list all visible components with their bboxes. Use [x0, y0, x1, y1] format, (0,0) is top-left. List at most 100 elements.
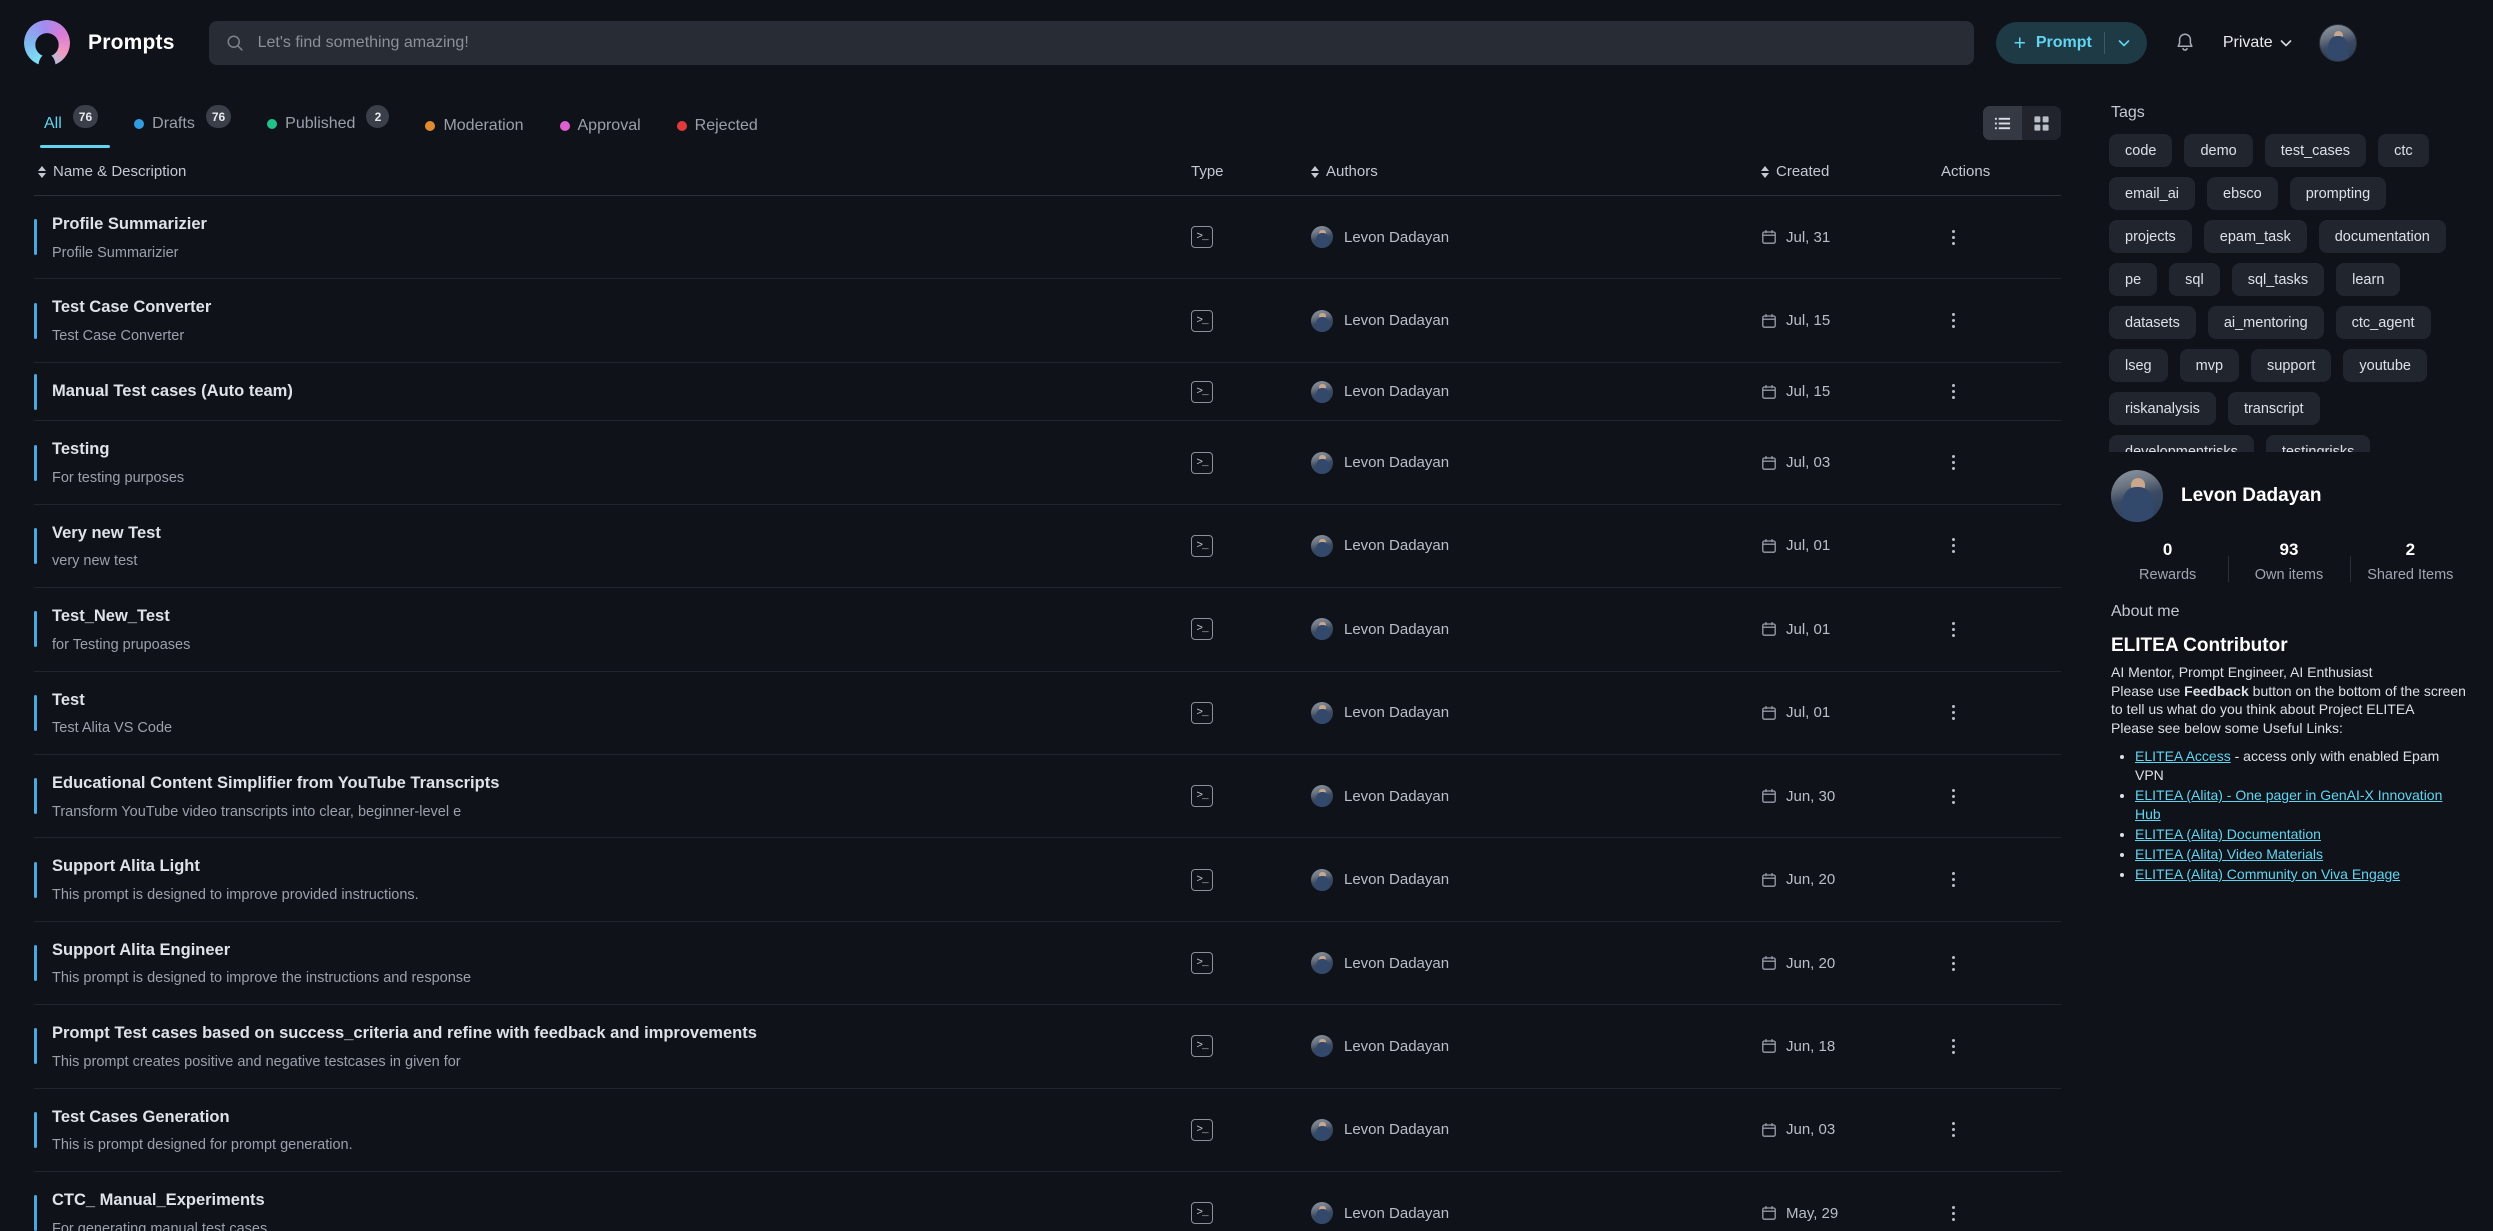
table-row[interactable]: Manual Test cases (Auto team)>_Levon Dad…: [34, 363, 2061, 422]
calendar-icon: [1761, 788, 1777, 804]
list-view-button[interactable]: [1983, 106, 2022, 140]
tag-chip[interactable]: youtube: [2343, 349, 2427, 382]
tag-chip[interactable]: ctc_agent: [2336, 306, 2431, 339]
useful-link[interactable]: ELITEA (Alita) Documentation: [2135, 826, 2321, 842]
column-header-created[interactable]: Created: [1761, 163, 1941, 180]
elitea-logo-icon[interactable]: [24, 20, 70, 66]
tag-chip[interactable]: datasets: [2109, 306, 2196, 339]
table-row[interactable]: Support Alita EngineerThis prompt is des…: [34, 922, 2061, 1005]
tab-rejected[interactable]: Rejected: [659, 117, 776, 148]
row-menu-button[interactable]: [1941, 868, 1965, 892]
tag-chip[interactable]: mvp: [2180, 349, 2239, 382]
tab-published[interactable]: Published2: [249, 112, 407, 148]
tag-chip[interactable]: support: [2251, 349, 2331, 382]
table-row[interactable]: TestingFor testing purposes>_Levon Daday…: [34, 421, 2061, 504]
cell-type: >_: [1191, 952, 1311, 974]
tag-chip[interactable]: learn: [2336, 263, 2400, 296]
tag-chip[interactable]: test_cases: [2265, 134, 2366, 167]
cell-actions: [1941, 868, 2061, 892]
cell-created: Jul, 01: [1761, 621, 1941, 638]
prompt-name: Testing: [52, 437, 1171, 463]
tab-all[interactable]: All76: [34, 112, 116, 148]
prompt-description: Test Alita VS Code: [52, 719, 1171, 738]
tag-chip[interactable]: email_ai: [2109, 177, 2195, 210]
row-menu-button[interactable]: [1941, 701, 1965, 725]
tab-moderation[interactable]: Moderation: [407, 117, 541, 148]
tag-chip[interactable]: projects: [2109, 220, 2192, 253]
tag-chip[interactable]: demo: [2184, 134, 2252, 167]
row-menu-button[interactable]: [1941, 784, 1965, 808]
table-row[interactable]: Test Case ConverterTest Case Converter>_…: [34, 279, 2061, 362]
cell-authors: Levon Dadayan: [1311, 952, 1761, 974]
row-menu-button[interactable]: [1941, 534, 1965, 558]
create-prompt-button[interactable]: + Prompt: [1996, 22, 2147, 64]
tag-chip[interactable]: ebsco: [2207, 177, 2278, 210]
tab-approval[interactable]: Approval: [542, 117, 659, 148]
row-menu-button[interactable]: [1941, 380, 1965, 404]
created-date: Jun, 18: [1786, 1038, 1835, 1055]
terminal-icon: >_: [1191, 535, 1213, 557]
avatar[interactable]: [2319, 24, 2357, 62]
cell-created: May, 29: [1761, 1205, 1941, 1222]
row-menu-button[interactable]: [1941, 451, 1965, 475]
list-item: ELITEA (Alita) Video Materials: [2135, 845, 2467, 864]
tag-chip[interactable]: riskanalysis: [2109, 392, 2216, 425]
row-menu-button[interactable]: [1941, 309, 1965, 333]
avatar[interactable]: [2111, 470, 2163, 522]
cell-type: >_: [1191, 785, 1311, 807]
row-menu-button[interactable]: [1941, 951, 1965, 975]
prompt-description: This prompt is designed to improve provi…: [52, 886, 1171, 905]
table-row[interactable]: Prompt Test cases based on success_crite…: [34, 1005, 2061, 1088]
table-row[interactable]: Support Alita LightThis prompt is design…: [34, 838, 2061, 921]
useful-link[interactable]: ELITEA (Alita) Community on Viva Engage: [2135, 866, 2400, 882]
sort-icon: [38, 166, 46, 178]
search-input[interactable]: [258, 34, 1958, 52]
chevron-down-icon[interactable]: [2107, 26, 2141, 60]
grid-view-button[interactable]: [2022, 106, 2061, 140]
tag-chip[interactable]: transcript: [2228, 392, 2320, 425]
table-row[interactable]: Educational Content Simplifier from YouT…: [34, 755, 2061, 838]
table-row[interactable]: Test_New_Testfor Testing prupoases>_Levo…: [34, 588, 2061, 671]
tag-chip[interactable]: developmentrisks: [2109, 435, 2254, 452]
tag-chip[interactable]: ctc: [2378, 134, 2429, 167]
tag-chip[interactable]: epam_task: [2204, 220, 2307, 253]
tag-chip[interactable]: documentation: [2319, 220, 2446, 253]
cell-type: >_: [1191, 226, 1311, 248]
created-date: Jul, 03: [1786, 454, 1830, 471]
tag-chip[interactable]: testingrisks: [2266, 435, 2371, 452]
search-bar[interactable]: [209, 21, 1974, 65]
cell-actions: [1941, 784, 2061, 808]
cell-created: Jun, 20: [1761, 871, 1941, 888]
tab-drafts[interactable]: Drafts76: [116, 112, 249, 148]
tag-chip[interactable]: pe: [2109, 263, 2157, 296]
tag-chip[interactable]: sql: [2169, 263, 2220, 296]
terminal-icon: >_: [1191, 869, 1213, 891]
row-menu-button[interactable]: [1941, 225, 1965, 249]
column-header-name[interactable]: Name & Description: [34, 163, 1191, 180]
table-row[interactable]: Profile SummarizierProfile Summarizier>_…: [34, 196, 2061, 279]
row-menu-button[interactable]: [1941, 1034, 1965, 1058]
useful-link[interactable]: ELITEA (Alita) Video Materials: [2135, 846, 2323, 862]
table-row[interactable]: Very new Testvery new test>_Levon Dadaya…: [34, 505, 2061, 588]
tag-chip[interactable]: sql_tasks: [2232, 263, 2324, 296]
row-menu-button[interactable]: [1941, 617, 1965, 641]
column-header-authors[interactable]: Authors: [1311, 163, 1761, 180]
row-menu-button[interactable]: [1941, 1201, 1965, 1225]
cell-created: Jun, 18: [1761, 1038, 1941, 1055]
cell-created: Jun, 03: [1761, 1121, 1941, 1138]
visibility-selector[interactable]: Private: [2223, 26, 2299, 60]
tag-chip[interactable]: ai_mentoring: [2208, 306, 2324, 339]
table-row[interactable]: TestTest Alita VS Code>_Levon DadayanJul…: [34, 672, 2061, 755]
cell-authors: Levon Dadayan: [1311, 452, 1761, 474]
useful-link[interactable]: ELITEA (Alita) - One pager in GenAI-X In…: [2135, 787, 2442, 822]
tag-chip[interactable]: prompting: [2290, 177, 2386, 210]
bell-icon[interactable]: [2173, 31, 2197, 55]
table-row[interactable]: CTC_ Manual_ExperimentsFor generating ma…: [34, 1172, 2061, 1231]
cell-created: Jul, 01: [1761, 704, 1941, 721]
created-date: Jul, 31: [1786, 229, 1830, 246]
useful-link[interactable]: ELITEA Access: [2135, 748, 2231, 764]
tag-chip[interactable]: code: [2109, 134, 2172, 167]
table-row[interactable]: Test Cases GenerationThis is prompt desi…: [34, 1089, 2061, 1172]
row-menu-button[interactable]: [1941, 1118, 1965, 1142]
tag-chip[interactable]: lseg: [2109, 349, 2168, 382]
